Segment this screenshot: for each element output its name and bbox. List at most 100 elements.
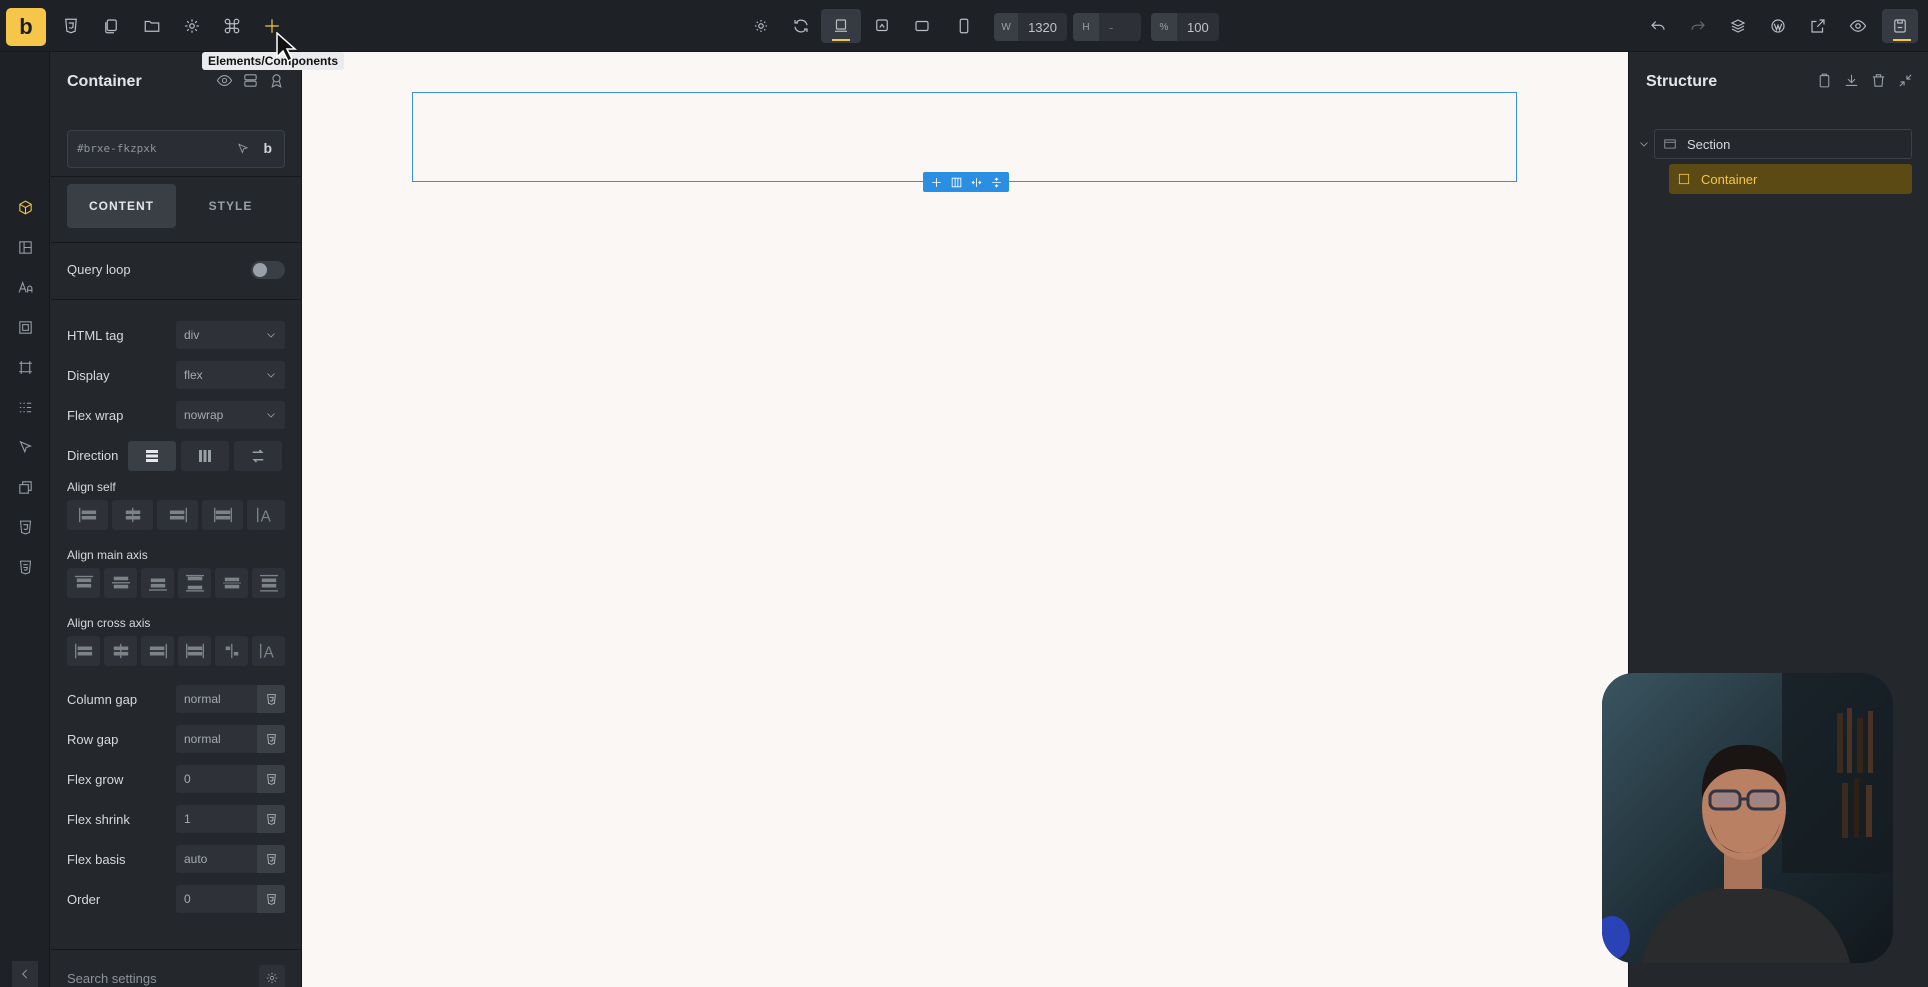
align-self-end-button[interactable] [157, 500, 198, 530]
badge-icon[interactable] [268, 72, 285, 89]
refresh-icon[interactable] [788, 13, 814, 39]
html-tag-select[interactable]: div [176, 321, 285, 349]
html-icon[interactable] [14, 556, 36, 578]
mobile-icon[interactable] [951, 13, 977, 39]
add-icon[interactable] [930, 176, 943, 189]
collapse-arrows-icon[interactable] [1897, 72, 1914, 89]
css-var-icon[interactable] [257, 725, 285, 753]
align-main-axis-label: Align main axis [67, 548, 148, 562]
zoom-field[interactable]: % 100 [1151, 13, 1219, 41]
justify-start-button[interactable] [67, 568, 100, 598]
justify-end-button[interactable] [141, 568, 174, 598]
transform-icon[interactable] [14, 476, 36, 498]
sun-icon[interactable] [748, 13, 774, 39]
structure-item-section[interactable]: Section [1654, 129, 1912, 159]
border-icon[interactable] [14, 356, 36, 378]
divider [51, 949, 302, 950]
builder-canvas[interactable] [302, 52, 1628, 987]
align-items-start-button[interactable] [67, 636, 100, 666]
download-icon[interactable] [1843, 72, 1860, 89]
clipboard-icon[interactable] [1816, 72, 1833, 89]
align-items-center-button[interactable] [104, 636, 137, 666]
flex-shrink-row: Flex shrink 1 [67, 805, 285, 833]
background-icon[interactable] [14, 316, 36, 338]
flex-grow-input[interactable]: 0 [176, 765, 285, 793]
query-loop-toggle[interactable] [251, 261, 285, 279]
css-var-icon[interactable] [257, 805, 285, 833]
direction-reverse-button[interactable] [234, 441, 282, 471]
css-id-field[interactable]: #brxe-fkzpxk b [67, 130, 285, 168]
save-icon[interactable] [1882, 9, 1918, 43]
eye-icon[interactable] [216, 72, 233, 89]
css-var-icon[interactable] [257, 765, 285, 793]
trash-icon[interactable] [1870, 72, 1887, 89]
gear-icon[interactable] [179, 13, 205, 39]
css3-icon[interactable] [58, 13, 84, 39]
layers-icon[interactable] [1725, 13, 1751, 39]
preview-eye-icon[interactable] [1845, 13, 1871, 39]
undo-icon[interactable] [1645, 13, 1671, 39]
query-loop-row: Query loop [67, 255, 285, 283]
flex-basis-value: auto [184, 852, 208, 866]
align-self-baseline-button[interactable]: A [247, 500, 285, 530]
move-vertical-icon[interactable] [990, 176, 1003, 189]
folder-icon[interactable] [139, 13, 165, 39]
selector-cursor-icon[interactable] [236, 142, 250, 159]
flex-basis-input[interactable]: auto [176, 845, 285, 873]
flex-shrink-input[interactable]: 1 [176, 805, 285, 833]
height-field[interactable]: H - [1073, 13, 1141, 41]
external-link-icon[interactable] [1805, 13, 1831, 39]
direction-row-button[interactable] [181, 441, 229, 471]
bricks-class-icon[interactable]: b [263, 140, 272, 156]
chevron-down-icon[interactable] [1638, 138, 1650, 153]
direction-column-button[interactable] [128, 441, 176, 471]
gear-icon[interactable] [259, 965, 285, 987]
selected-container-outline[interactable] [412, 92, 1517, 182]
css-var-icon[interactable] [257, 685, 285, 713]
wordpress-icon[interactable] [1765, 13, 1791, 39]
bricks-logo[interactable]: b [6, 8, 46, 46]
row-gap-input[interactable]: normal [176, 725, 285, 753]
width-field[interactable]: W 1320 [994, 13, 1067, 41]
tab-style[interactable]: STYLE [176, 184, 285, 228]
css-var-icon[interactable] [257, 885, 285, 913]
css-icon[interactable] [14, 516, 36, 538]
panel-title: Container [67, 73, 142, 90]
layout-icon[interactable] [14, 236, 36, 258]
typography-icon[interactable] [14, 276, 36, 298]
grid-icon[interactable] [14, 396, 36, 418]
order-input[interactable]: 0 [176, 885, 285, 913]
column-gap-input[interactable]: normal [176, 685, 285, 713]
layers-stack-icon[interactable] [242, 72, 259, 89]
structure-item-container[interactable]: Container [1669, 164, 1912, 194]
flex-wrap-select[interactable]: nowrap [176, 401, 285, 429]
element-cube-icon[interactable] [14, 196, 36, 218]
command-icon[interactable] [219, 13, 245, 39]
height-label: H [1073, 13, 1099, 41]
align-items-end-button[interactable] [141, 636, 174, 666]
align-main-axis-buttons [67, 568, 285, 598]
justify-space-evenly-button[interactable] [252, 568, 285, 598]
search-settings-input[interactable]: Search settings [67, 965, 285, 987]
css-var-icon[interactable] [257, 845, 285, 873]
display-select[interactable]: flex [176, 361, 285, 389]
columns-icon[interactable] [950, 176, 963, 189]
tablet-landscape-icon[interactable] [909, 13, 935, 39]
redo-icon[interactable] [1685, 13, 1711, 39]
align-items-baseline-button[interactable]: A [252, 636, 285, 666]
pages-icon[interactable] [98, 13, 124, 39]
justify-space-between-button[interactable] [178, 568, 211, 598]
align-self-stretch-button[interactable] [202, 500, 243, 530]
align-self-start-button[interactable] [67, 500, 108, 530]
collapse-panel-button[interactable] [12, 961, 38, 987]
tab-content[interactable]: CONTENT [67, 184, 176, 228]
align-items-stretch-button[interactable] [178, 636, 211, 666]
justify-center-button[interactable] [104, 568, 137, 598]
interactions-cursor-icon[interactable] [14, 436, 36, 458]
justify-space-around-button[interactable] [215, 568, 248, 598]
laptop-breakpoint-icon[interactable] [869, 13, 895, 39]
align-items-split-button[interactable] [215, 636, 248, 666]
align-self-center-button[interactable] [112, 500, 153, 530]
desktop-breakpoint-icon[interactable] [821, 9, 861, 43]
move-horizontal-icon[interactable] [970, 176, 983, 189]
